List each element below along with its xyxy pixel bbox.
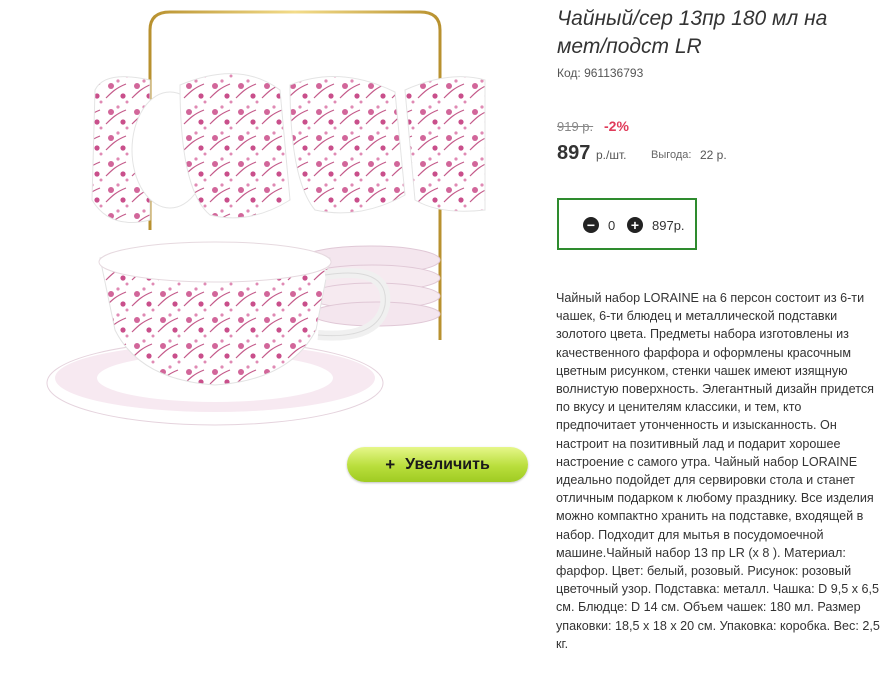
quantity-value: 0: [608, 218, 616, 233]
product-image[interactable]: [0, 0, 535, 440]
minus-icon[interactable]: −: [583, 217, 599, 233]
cart-sum: 897р.: [652, 218, 685, 233]
quantity-selector: − 0 + 897р.: [557, 198, 697, 250]
price: 897: [557, 142, 591, 164]
plus-icon: +: [385, 454, 396, 474]
product-title: Чайный/сер 13пр 180 мл на мет/подст LR: [557, 7, 828, 58]
price-unit: р./шт.: [596, 148, 627, 162]
old-price: 919 р.: [557, 119, 594, 134]
benefit-label: Выгода:: [651, 149, 692, 161]
product-description: Чайный набор LORAINE на 6 персон состоит…: [556, 291, 880, 651]
product-code: Код: 961136793: [557, 66, 644, 80]
benefit-value: 22 р.: [700, 148, 727, 162]
plus-icon[interactable]: +: [627, 217, 643, 233]
discount-badge: -2%: [604, 118, 629, 134]
zoom-button-label: Увеличить: [405, 455, 490, 473]
zoom-button[interactable]: + Увеличить: [347, 447, 528, 482]
